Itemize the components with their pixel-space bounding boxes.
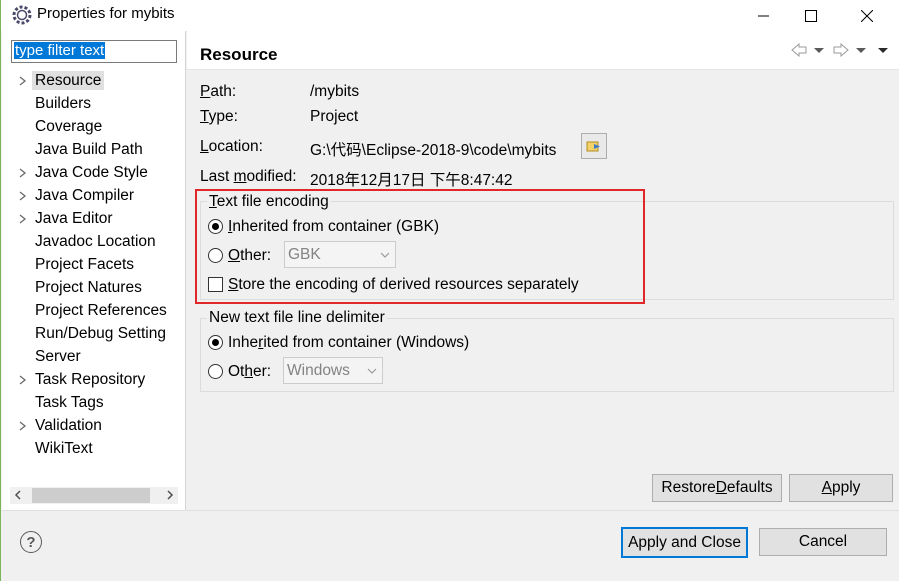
window-title: Properties for mybits <box>37 5 175 22</box>
tree-item[interactable]: Javadoc Location <box>2 230 186 253</box>
path-value: /mybits <box>310 83 360 100</box>
dialog-button-bar: ? Apply and Close Cancel <box>2 510 899 581</box>
horizontal-scrollbar[interactable] <box>10 487 178 504</box>
line-delimiter-title: New text file line delimiter <box>207 309 387 327</box>
back-menu-chevron-icon[interactable] <box>814 48 824 54</box>
tree-item[interactable]: WikiText <box>2 437 186 460</box>
minimize-icon <box>758 15 769 16</box>
tree-item[interactable]: Coverage <box>2 115 186 138</box>
filter-input[interactable]: type filter text <box>11 40 177 63</box>
tree-item-label: Project References <box>35 302 167 319</box>
tree-item-label: Run/Debug Setting <box>35 325 166 342</box>
properties-dialog: Properties for mybits type filter text R… <box>0 0 899 581</box>
tree-item-label: Server <box>35 348 81 365</box>
maximize-button[interactable] <box>788 0 834 31</box>
expand-chevron-icon[interactable] <box>18 214 28 224</box>
delimiter-other-select[interactable]: Windows <box>283 357 383 384</box>
view-menu-icon[interactable] <box>878 48 888 54</box>
delimiter-other-radio[interactable] <box>208 364 223 379</box>
apply-button[interactable]: Apply <box>789 474 893 502</box>
expand-chevron-icon[interactable] <box>18 375 28 385</box>
minimize-button[interactable] <box>741 0 787 31</box>
tree-item-label: Java Editor <box>35 210 113 227</box>
page-title: Resource <box>200 45 278 64</box>
location-label: Location: <box>200 138 263 155</box>
tree-item-label: Task Tags <box>35 394 104 411</box>
resource-page: Resource Path: /mybits Type: Project Loc… <box>187 31 899 510</box>
tree-item-label: Builders <box>35 95 91 112</box>
category-pane: type filter text Resource Builders Coverag… <box>2 31 186 510</box>
location-value: G:\代码\Eclipse-2018-9\code\mybits <box>310 142 557 159</box>
tree-item-label: Resource <box>32 71 105 90</box>
tree-item[interactable]: Java Editor <box>2 207 186 230</box>
path-label: Path: <box>200 83 237 100</box>
open-folder-icon <box>586 141 600 152</box>
category-tree: Resource Builders Coverage Java Build Path J… <box>2 69 186 460</box>
back-arrow-icon[interactable] <box>791 43 807 57</box>
tree-item[interactable]: Builders <box>2 92 186 115</box>
tree-item[interactable]: Project Natures <box>2 276 186 299</box>
tree-item-label: Coverage <box>35 118 103 135</box>
expand-chevron-icon[interactable] <box>18 76 28 86</box>
cancel-button[interactable]: Cancel <box>759 528 887 556</box>
tree-item[interactable]: Run/Debug Setting <box>2 322 186 345</box>
expand-chevron-icon[interactable] <box>18 191 28 201</box>
scrollbar-thumb[interactable] <box>32 488 150 503</box>
page-header: Resource <box>187 31 899 70</box>
delimiter-inherited-label[interactable]: Inherited from container (Windows) <box>228 334 469 352</box>
tree-item-label: Task Repository <box>35 371 146 388</box>
modified-value: 2018年12月17日 下午8:47:42 <box>310 172 513 189</box>
tree-item[interactable]: Task Repository <box>2 368 186 391</box>
chevron-down-icon <box>367 368 377 374</box>
delimiter-inherited-radio[interactable] <box>208 335 223 350</box>
tree-item-label: Javadoc Location <box>35 233 156 250</box>
forward-menu-chevron-icon[interactable] <box>856 48 866 54</box>
scroll-right-icon <box>167 490 174 500</box>
apply-and-close-button[interactable]: Apply and Close <box>621 527 748 558</box>
eclipse-gear-icon <box>12 5 32 25</box>
delimiter-other-value: Windows <box>287 362 350 379</box>
tree-item[interactable]: Server <box>2 345 186 368</box>
tree-item-label: Java Build Path <box>35 141 143 158</box>
close-button[interactable] <box>844 0 890 31</box>
tree-item[interactable]: Java Compiler <box>2 184 186 207</box>
type-label: Type: <box>200 108 238 125</box>
scroll-left-icon <box>14 490 21 500</box>
forward-arrow-icon[interactable] <box>833 43 849 57</box>
expand-chevron-icon[interactable] <box>18 168 28 178</box>
tree-item-label: Project Natures <box>35 279 142 296</box>
tree-item-label: Java Code Style <box>35 164 148 181</box>
close-icon <box>861 9 873 22</box>
title-bar: Properties for mybits <box>1 0 899 31</box>
tree-item[interactable]: Project Facets <box>2 253 186 276</box>
show-in-explorer-button[interactable] <box>581 133 607 159</box>
type-value: Project <box>310 108 359 125</box>
highlight-annotation-box <box>195 189 645 304</box>
restore-defaults-button[interactable]: Restore Defaults <box>652 474 782 502</box>
tree-item[interactable]: Validation <box>2 414 186 437</box>
delimiter-other-label[interactable]: Other: <box>228 363 271 381</box>
tree-item-label: WikiText <box>35 440 93 457</box>
tree-item[interactable]: Resource <box>2 69 186 92</box>
tree-item[interactable]: Java Code Style <box>2 161 186 184</box>
tree-item[interactable]: Task Tags <box>2 391 186 414</box>
expand-chevron-icon[interactable] <box>18 421 28 431</box>
help-icon[interactable]: ? <box>20 531 42 553</box>
tree-item-label: Validation <box>35 417 102 434</box>
tree-item[interactable]: Project References <box>2 299 186 322</box>
filter-text: type filter text <box>14 42 106 59</box>
tree-item-label: Java Compiler <box>35 187 135 204</box>
tree-item-label: Project Facets <box>35 256 135 273</box>
tree-item[interactable]: Java Build Path <box>2 138 186 161</box>
modified-label: Last modified: <box>200 168 297 185</box>
maximize-icon <box>805 9 817 22</box>
